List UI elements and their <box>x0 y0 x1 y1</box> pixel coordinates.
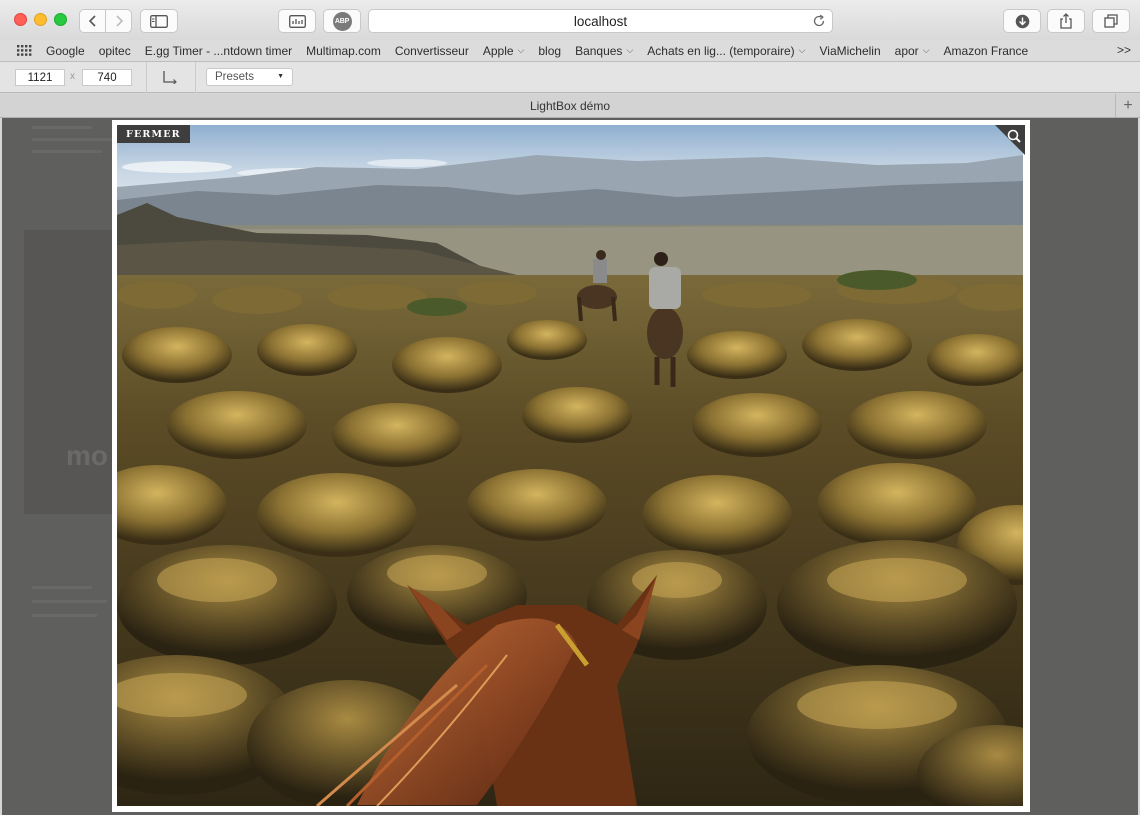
adblock-icon: ABP <box>332 11 352 31</box>
bookmarks-bar: Google opitec E.gg Timer - ...ntdown tim… <box>0 40 1140 62</box>
share-button[interactable] <box>1047 9 1085 33</box>
magnifier-icon <box>995 125 1025 155</box>
chevron-down-icon: ⌵ <box>922 45 930 55</box>
bookmark-item[interactable]: Google <box>46 44 85 58</box>
background-content <box>32 614 97 617</box>
window-titlebar: ABP localhost <box>0 0 1140 40</box>
adblock-button[interactable]: ABP <box>323 9 361 33</box>
dimension-separator: x <box>70 71 75 82</box>
chevron-down-icon: ⌵ <box>626 45 634 55</box>
address-bar[interactable]: localhost <box>368 9 833 33</box>
background-heading: mo <box>66 440 108 471</box>
sidebar-icon <box>150 14 168 28</box>
bookmark-folder[interactable]: Apple ⌵ <box>483 44 525 58</box>
bookmark-item[interactable]: blog <box>538 44 561 58</box>
page-viewport: mo FERMER <box>2 118 1138 815</box>
new-tab-button[interactable]: + <box>1115 94 1140 117</box>
responsive-design-toolbar: 1121 x 740 <box>0 62 1140 93</box>
show-tabs-button[interactable] <box>1092 9 1130 33</box>
reader-view-button[interactable] <box>278 9 316 33</box>
back-button[interactable] <box>79 9 106 33</box>
sidebar-toggle-button[interactable] <box>140 9 178 33</box>
close-button-label: FERMER <box>126 128 181 140</box>
tab-bar: LightBox démo + <box>0 94 1140 118</box>
presets-dropdown[interactable]: Presets ▼ <box>206 68 293 86</box>
chevron-down-icon: ⌵ <box>517 45 525 55</box>
background-content <box>32 138 112 141</box>
address-text: localhost <box>573 13 628 29</box>
close-window-button[interactable] <box>14 13 27 26</box>
bookmark-item[interactable]: Amazon France <box>944 44 1029 58</box>
zoom-button[interactable] <box>995 125 1025 155</box>
bookmark-item[interactable]: Convertisseur <box>395 44 469 58</box>
grid-icon[interactable] <box>17 45 32 56</box>
chevron-down-icon: ⌵ <box>798 45 806 55</box>
chevron-left-icon <box>88 15 96 27</box>
minimize-window-button[interactable] <box>34 13 47 26</box>
maximize-window-button[interactable] <box>54 13 67 26</box>
bookmark-item[interactable]: opitec <box>99 44 131 58</box>
lightbox-frame: FERMER <box>112 120 1030 812</box>
more-bookmarks-button[interactable]: >> <box>1117 43 1131 57</box>
caret-down-icon: ▼ <box>277 73 284 80</box>
lightbox-close-button[interactable]: FERMER <box>117 125 190 143</box>
toolbar-divider <box>146 62 147 93</box>
share-icon <box>1060 13 1072 29</box>
viewport-width-input[interactable]: 1121 <box>15 69 65 86</box>
toolbar-divider <box>195 62 196 93</box>
reload-icon[interactable] <box>812 14 826 28</box>
background-content <box>32 586 92 589</box>
bookmark-item[interactable]: E.gg Timer - ...ntdown timer <box>145 44 292 58</box>
gauge-icon <box>288 14 306 28</box>
bookmark-folder[interactable]: Banques ⌵ <box>575 44 633 58</box>
background-content <box>32 600 107 603</box>
plus-icon: + <box>1123 96 1133 114</box>
active-tab-title[interactable]: LightBox démo <box>530 99 610 113</box>
download-icon <box>1015 14 1029 28</box>
viewport-height-input[interactable]: 740 <box>82 69 132 86</box>
presets-label: Presets <box>215 71 254 83</box>
rotate-orientation-icon[interactable] <box>162 70 178 84</box>
lightbox-photo <box>117 125 1023 806</box>
background-content <box>32 126 92 129</box>
bookmark-folder[interactable]: Achats en lig... (temporaire) ⌵ <box>647 44 805 58</box>
chevron-right-icon <box>115 15 123 27</box>
bookmark-item[interactable]: ViaMichelin <box>820 44 881 58</box>
bookmark-folder[interactable]: apor ⌵ <box>895 44 930 58</box>
forward-button[interactable] <box>105 9 132 33</box>
downloads-button[interactable] <box>1003 9 1041 33</box>
bookmark-item[interactable]: Multimap.com <box>306 44 381 58</box>
background-content <box>32 150 102 153</box>
tabs-overview-icon <box>1104 14 1118 28</box>
